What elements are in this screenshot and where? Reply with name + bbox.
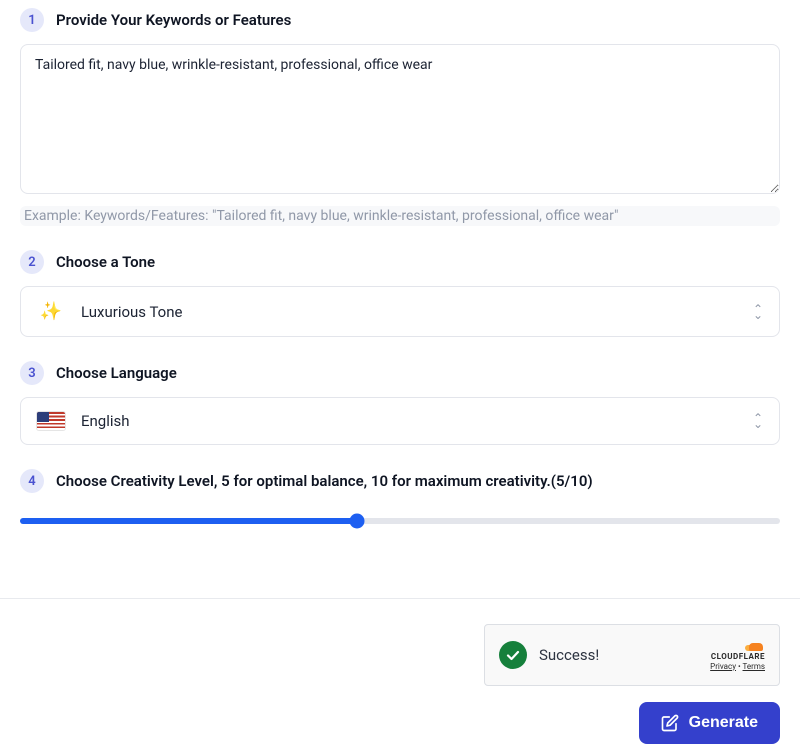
tone-selected-label: Luxurious Tone — [81, 303, 737, 321]
generate-button-label: Generate — [689, 714, 758, 732]
captcha-widget: Success! CLOUDFLARE Privacy • Terms — [484, 624, 780, 686]
step-number-1: 1 — [20, 8, 44, 32]
step-number-2: 2 — [20, 250, 44, 274]
step-language: 3 Choose Language English ⌃⌄ — [20, 361, 780, 445]
step-4-title: Choose Creativity Level, 5 for optimal b… — [56, 472, 593, 490]
chevron-updown-icon: ⌃⌄ — [753, 306, 763, 318]
captcha-privacy-link[interactable]: Privacy — [710, 662, 736, 671]
flag-us-icon — [37, 412, 65, 430]
step-3-title: Choose Language — [56, 364, 177, 382]
keywords-textarea[interactable] — [20, 44, 780, 194]
step-number-3: 3 — [20, 361, 44, 385]
captcha-brand: CLOUDFLARE Privacy • Terms — [710, 640, 765, 671]
step-2-header: 2 Choose a Tone — [20, 250, 780, 274]
step-tone: 2 Choose a Tone ✨ Luxurious Tone ⌃⌄ — [20, 250, 780, 337]
edit-icon — [661, 714, 679, 732]
step-keywords: 1 Provide Your Keywords or Features Exam… — [20, 8, 780, 226]
tone-select[interactable]: ✨ Luxurious Tone ⌃⌄ — [20, 286, 780, 337]
chevron-updown-icon: ⌃⌄ — [753, 415, 763, 427]
step-4-header: 4 Choose Creativity Level, 5 for optimal… — [20, 469, 780, 493]
step-1-title: Provide Your Keywords or Features — [56, 11, 291, 29]
slider-fill — [20, 518, 357, 524]
creativity-slider[interactable] — [20, 511, 780, 531]
generate-button[interactable]: Generate — [639, 702, 780, 744]
sparkle-icon: ✨ — [37, 301, 65, 322]
step-2-title: Choose a Tone — [56, 253, 155, 271]
language-select[interactable]: English ⌃⌄ — [20, 397, 780, 445]
step-number-4: 4 — [20, 469, 44, 493]
captcha-status: Success! — [539, 646, 698, 664]
step-creativity: 4 Choose Creativity Level, 5 for optimal… — [20, 469, 780, 531]
section-divider — [0, 598, 800, 599]
example-hint: Example: Keywords/Features: "Tailored fi… — [20, 206, 780, 226]
language-selected-label: English — [81, 412, 737, 430]
cloudflare-icon — [745, 640, 765, 652]
step-3-header: 3 Choose Language — [20, 361, 780, 385]
step-1-header: 1 Provide Your Keywords or Features — [20, 8, 780, 32]
captcha-links: Privacy • Terms — [710, 662, 765, 671]
captcha-terms-link[interactable]: Terms — [743, 662, 765, 671]
slider-handle[interactable] — [349, 514, 364, 529]
slider-track — [20, 518, 780, 524]
check-circle-icon — [499, 641, 527, 669]
captcha-brand-name: CLOUDFLARE — [710, 652, 765, 661]
